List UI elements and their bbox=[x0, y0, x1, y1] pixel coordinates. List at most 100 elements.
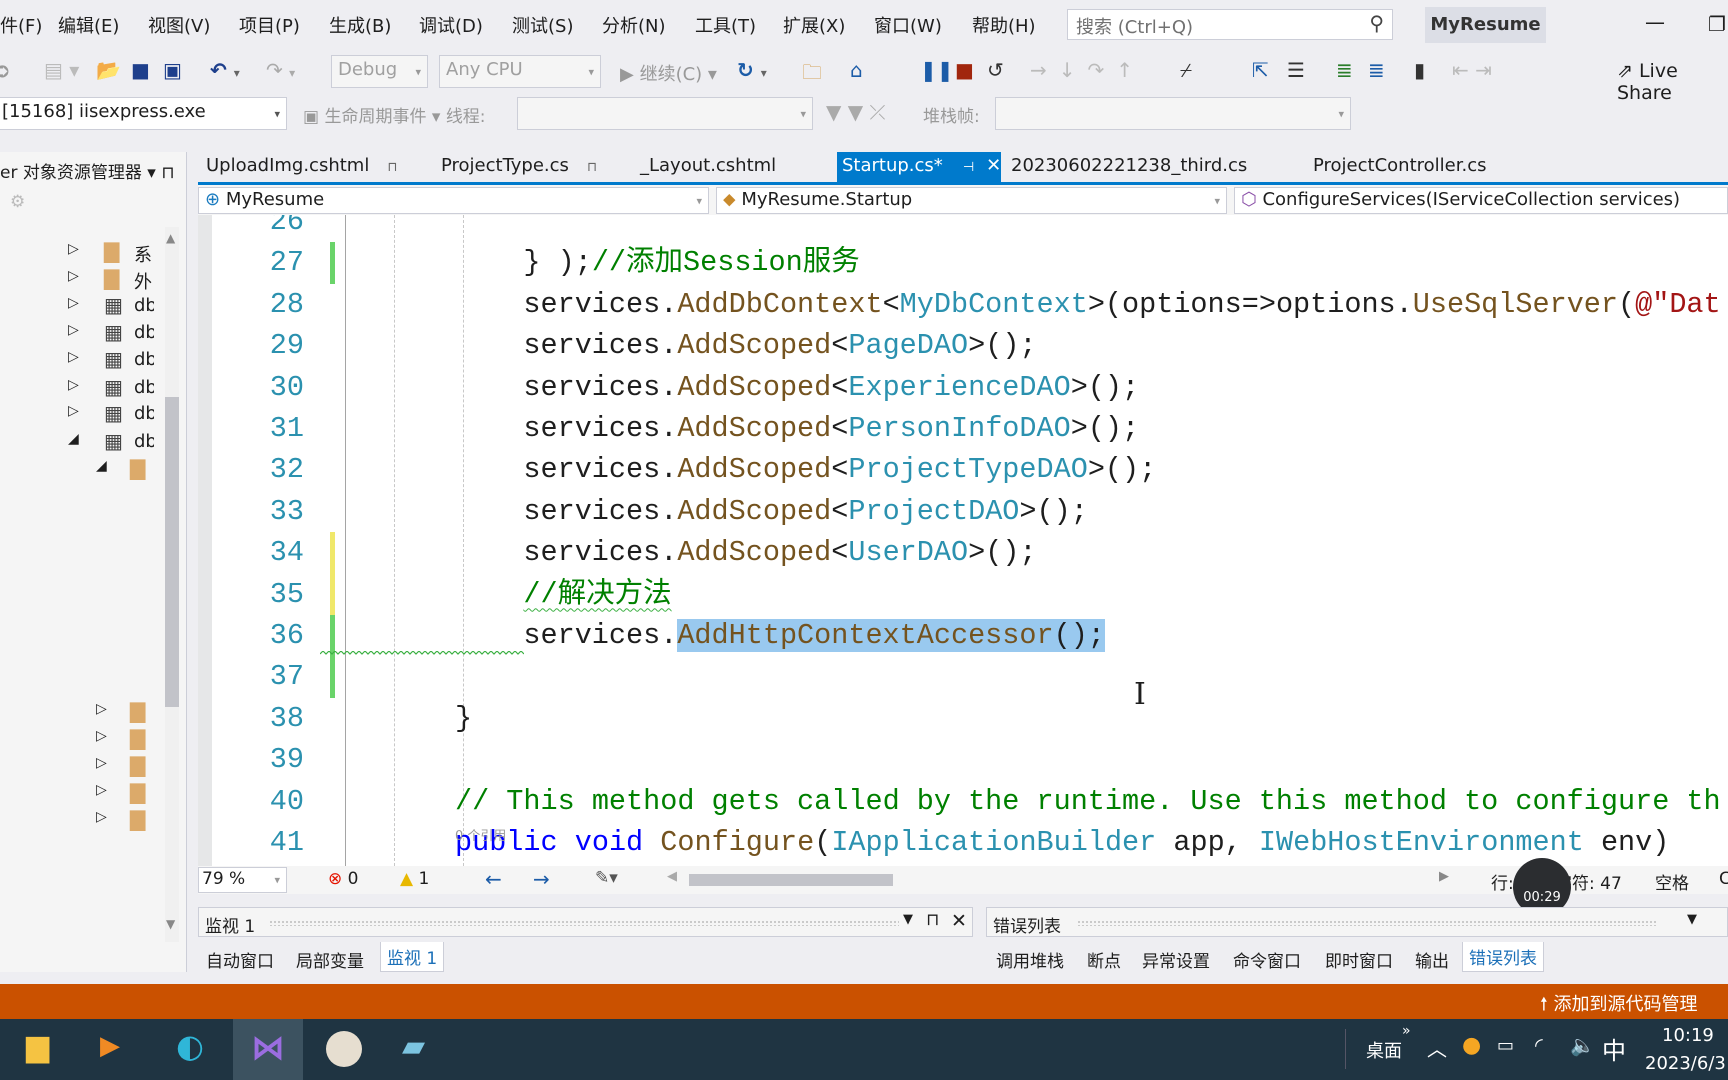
expand-arrow-icon[interactable]: ▷ bbox=[96, 701, 107, 717]
pin-icon[interactable]: ⊓ bbox=[387, 160, 397, 175]
restart-icon[interactable]: ↺ bbox=[987, 58, 1004, 82]
clock-time[interactable]: 10:19 bbox=[1662, 1025, 1714, 1046]
taskbar-file-explorer[interactable]: ▆ bbox=[26, 1029, 49, 1064]
bottom-tab[interactable]: 输出 bbox=[1415, 947, 1449, 972]
search-box[interactable]: 搜索 (Ctrl+Q) ⚲ bbox=[1067, 9, 1393, 40]
show-desktop-button[interactable]: 桌面 bbox=[1366, 1037, 1402, 1063]
config-combo[interactable]: Debug ▾ bbox=[331, 55, 428, 88]
hex-icon[interactable]: ⌿ bbox=[1180, 58, 1192, 82]
code-line[interactable]: 39 bbox=[198, 739, 1728, 780]
undo-icon[interactable]: ↶ ▾ bbox=[210, 58, 240, 82]
refresh-icon[interactable]: ↻ ▾ bbox=[737, 58, 767, 82]
step-icons[interactable]: →↓↷↑ bbox=[1030, 58, 1145, 82]
close-icon[interactable]: ✕ bbox=[951, 910, 967, 932]
collapse-arrow-icon[interactable]: ◢ bbox=[68, 431, 79, 447]
threads-icon[interactable]: ⇱ bbox=[1252, 58, 1269, 82]
pause-icon[interactable]: ❚❚ bbox=[920, 58, 954, 82]
menu-item[interactable]: 件(F) bbox=[0, 12, 42, 38]
bottom-tab[interactable]: 命令窗口 bbox=[1233, 947, 1301, 972]
code-line[interactable]: 40 // This method gets called by the runt… bbox=[198, 781, 1728, 822]
open-file-icon[interactable]: 📂 bbox=[96, 58, 121, 82]
filter-icons[interactable]: ▼ ▼ ⤫ bbox=[826, 100, 885, 124]
expand-arrow-icon[interactable]: ▷ bbox=[96, 728, 107, 744]
code-editor[interactable]: 26 27} );//添加Session服务 28 services.AddDbCon… bbox=[198, 215, 1728, 866]
tab-uploadimg-cshtml[interactable]: UploadImg.cshtml ⊓ bbox=[206, 155, 398, 176]
save-icon[interactable]: ■ bbox=[131, 58, 150, 82]
expand-arrow-icon[interactable]: ▷ bbox=[68, 295, 79, 311]
menu-item[interactable]: 编辑(E) bbox=[58, 12, 119, 38]
bookmark-icon[interactable]: ▮ bbox=[1414, 58, 1425, 82]
code-line[interactable]: 37 bbox=[198, 656, 1728, 698]
code-line[interactable]: 34 services.AddScoped<UserDAO>(); bbox=[198, 532, 1728, 574]
tab-startup-cs-[interactable]: Startup.cs* ⊣ ✕ bbox=[842, 155, 1001, 176]
menu-item[interactable]: 调试(D) bbox=[419, 12, 483, 38]
menu-item[interactable]: 视图(V) bbox=[148, 12, 210, 38]
stop-icon[interactable]: ■ bbox=[955, 58, 974, 82]
dropdown-icon[interactable]: ▼ bbox=[1687, 912, 1697, 927]
taskbar-visual-studio[interactable]: ⋈ bbox=[233, 1019, 303, 1080]
pin-icon[interactable]: ⊓ bbox=[587, 160, 597, 175]
format-icon[interactable]: ≣ bbox=[1336, 58, 1353, 82]
redo-icon[interactable]: ↷ ▾ bbox=[266, 58, 295, 82]
expand-arrow-icon[interactable]: ▷ bbox=[96, 755, 107, 771]
code-line[interactable]: 26 bbox=[198, 215, 1728, 242]
bottom-tab[interactable]: 自动窗口 bbox=[206, 947, 274, 972]
class-combo[interactable]: ⬥ MyResume.Startup ▾ bbox=[716, 187, 1227, 214]
taskbar-avatar-app[interactable] bbox=[326, 1031, 362, 1067]
ime-indicator[interactable]: 中 bbox=[1602, 1031, 1626, 1066]
settings-icon[interactable]: ⚙ bbox=[10, 192, 25, 212]
tab-20230602221238-third-cs[interactable]: 20230602221238_third.cs bbox=[1011, 155, 1247, 176]
warnings-indicator[interactable]: ▲ 1 bbox=[400, 869, 429, 889]
bottom-tab[interactable]: 监视 1 bbox=[380, 942, 445, 972]
errors-indicator[interactable]: ⊗ 0 bbox=[328, 869, 358, 889]
add-to-source-control-button[interactable]: 🠕 添加到源代码管理 bbox=[1540, 990, 1697, 1022]
code-line[interactable]: 29 services.AddScoped<PageDAO>(); bbox=[198, 325, 1728, 366]
overflow-icon[interactable]: » bbox=[1402, 1023, 1411, 1039]
code-line[interactable]: 27} );//添加Session服务 bbox=[198, 242, 1728, 284]
code-line[interactable]: 32 services.AddScoped<ProjectTypeDAO>(); bbox=[198, 449, 1728, 490]
wifi-icon[interactable]: ◜ bbox=[1535, 1033, 1543, 1057]
taskbar-notepad[interactable]: ▰ bbox=[402, 1029, 425, 1064]
browser-icon[interactable]: ⌂ bbox=[850, 58, 863, 82]
code-line[interactable]: 35 //解决方法 bbox=[198, 573, 1728, 615]
clock-date[interactable]: 2023/6/3 bbox=[1645, 1053, 1726, 1074]
continue-button[interactable]: ▶ 继续(C) ▾ bbox=[620, 60, 717, 86]
nav-back-icon[interactable]: ← bbox=[485, 867, 502, 891]
bottom-tab[interactable]: 断点 bbox=[1087, 947, 1121, 972]
horizontal-scrollbar[interactable]: ◀ ▶ bbox=[667, 869, 1455, 888]
menu-item[interactable]: 工具(T) bbox=[695, 12, 756, 38]
collapse-arrow-icon[interactable]: ◢ bbox=[96, 458, 107, 474]
scroll-up-icon[interactable]: ▲ bbox=[166, 231, 175, 245]
scroll-thumb[interactable] bbox=[689, 874, 893, 886]
restore-icon[interactable]: ❐ bbox=[1708, 12, 1726, 36]
close-icon[interactable]: ✕ bbox=[986, 155, 1001, 176]
menu-item[interactable]: 分析(N) bbox=[602, 12, 666, 38]
bottom-tab[interactable]: 即时窗口 bbox=[1325, 947, 1393, 972]
volume-icon[interactable]: 🔈 bbox=[1570, 1033, 1595, 1057]
code-line[interactable]: 41 public void Configure(IApplicationBuil… bbox=[198, 822, 1728, 863]
expand-arrow-icon[interactable]: ▷ bbox=[68, 403, 79, 419]
scroll-down-icon[interactable]: ▼ bbox=[166, 917, 175, 931]
taskbar-edge[interactable]: ◐ bbox=[176, 1027, 204, 1065]
tab-projectcontroller-cs[interactable]: ProjectController.cs bbox=[1313, 155, 1486, 176]
code-line[interactable]: 33 services.AddScoped<ProjectDAO>(); bbox=[198, 491, 1728, 532]
indent-icon[interactable]: ☰ bbox=[1287, 58, 1305, 82]
menu-item[interactable]: 生成(B) bbox=[329, 12, 391, 38]
bookmark-nav-icons[interactable]: ⇤ ⇥ bbox=[1452, 58, 1492, 82]
battery-icon[interactable]: ▭ bbox=[1497, 1035, 1514, 1056]
platform-combo[interactable]: Any CPU ▾ bbox=[439, 55, 601, 88]
menu-item[interactable]: 项目(P) bbox=[239, 12, 300, 38]
menu-item[interactable]: 窗口(W) bbox=[874, 12, 942, 38]
nav-forward-icon[interactable]: → bbox=[533, 867, 550, 891]
lifecycle-events-button[interactable]: ▣ 生命周期事件 ▾ 线程: bbox=[303, 102, 486, 127]
cleanup-icon[interactable]: ✎▾ bbox=[595, 868, 618, 888]
expand-arrow-icon[interactable]: ▷ bbox=[68, 322, 79, 338]
tab-projecttype-cs[interactable]: ProjectType.cs ⊓ bbox=[441, 155, 597, 176]
back-icon[interactable]: ➲ bbox=[0, 58, 11, 82]
expand-arrow-icon[interactable]: ▷ bbox=[96, 809, 107, 825]
taskbar-media-player[interactable]: ▶ bbox=[100, 1031, 120, 1061]
scrollbar[interactable]: ▲ ▼ bbox=[165, 227, 179, 942]
stack-frame-combo[interactable]: ▾ bbox=[995, 97, 1351, 130]
expand-arrow-icon[interactable]: ▷ bbox=[68, 268, 79, 284]
menu-item[interactable]: 测试(S) bbox=[512, 12, 573, 38]
